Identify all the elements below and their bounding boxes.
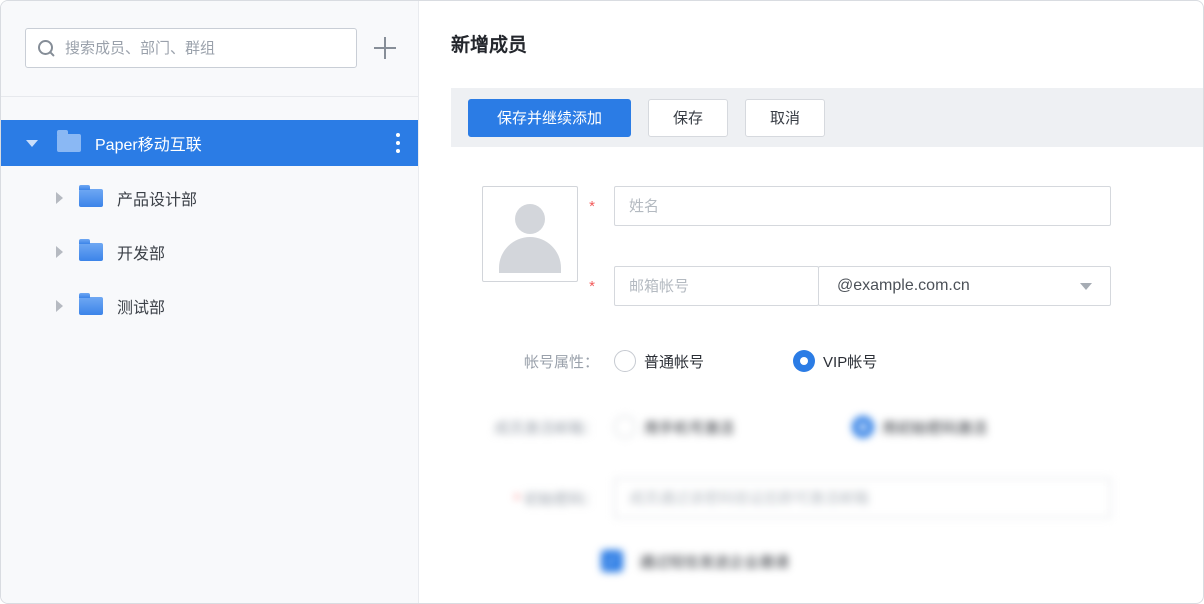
- initial-password-input[interactable]: [614, 478, 1111, 518]
- kebab-menu-icon[interactable]: [396, 133, 400, 153]
- name-input[interactable]: [614, 186, 1111, 226]
- sidebar: Paper移动互联 产品设计部 开发部: [1, 1, 419, 603]
- save-and-continue-button[interactable]: 保存并继续添加: [468, 99, 631, 137]
- activation-row: 成员激活邮箱： 用手机号激活 用初始密码激活: [451, 416, 1203, 438]
- cancel-button[interactable]: 取消: [745, 99, 825, 137]
- tree-item-label: 开发部: [117, 240, 165, 264]
- caret-down-icon[interactable]: [26, 140, 38, 147]
- checkbox-checked-icon[interactable]: [601, 550, 623, 572]
- search-box[interactable]: [25, 28, 357, 68]
- email-domain-select[interactable]: @example.com.cn: [818, 266, 1111, 306]
- tree-item-dev[interactable]: 开发部: [1, 225, 418, 279]
- tree-item-design[interactable]: 产品设计部: [1, 171, 418, 225]
- radio-activate-by-phone[interactable]: 用手机号激活: [614, 416, 734, 438]
- initial-password-row: *初始密码：: [451, 478, 1203, 518]
- search-input[interactable]: [65, 40, 344, 57]
- folder-icon: [79, 243, 103, 261]
- tree-children: 产品设计部 开发部 测试部: [1, 171, 418, 333]
- caret-right-icon[interactable]: [56, 300, 63, 312]
- radio-label: 普通帐号: [644, 351, 704, 372]
- radio-checked-icon[interactable]: [852, 416, 874, 438]
- folder-icon: [79, 297, 103, 315]
- add-member-button[interactable]: [370, 33, 400, 63]
- account-type-label: 帐号属性：: [451, 351, 599, 372]
- avatar-placeholder-icon: [499, 237, 561, 273]
- radio-label: 用初始密码激活: [882, 417, 987, 438]
- avatar-placeholder-icon: [515, 204, 545, 234]
- department-tree: Paper移动互联 产品设计部 开发部: [1, 97, 418, 333]
- radio-vip-account[interactable]: VIP帐号: [793, 350, 877, 372]
- toolbar: 保存并继续添加 保存 取消: [451, 88, 1203, 147]
- save-button[interactable]: 保存: [648, 99, 728, 137]
- account-type-row: 帐号属性： 普通帐号 VIP帐号: [451, 350, 1203, 372]
- radio-normal-account[interactable]: 普通帐号: [614, 350, 704, 372]
- folder-icon: [57, 134, 81, 152]
- email-domain-value: @example.com.cn: [837, 277, 970, 295]
- add-member-form: * * @example.com.cn: [451, 186, 1203, 572]
- caret-right-icon[interactable]: [56, 192, 63, 204]
- avatar-upload[interactable]: [482, 186, 578, 282]
- caret-right-icon[interactable]: [56, 246, 63, 258]
- radio-activate-by-password[interactable]: 用初始密码激活: [852, 416, 987, 438]
- chevron-down-icon: [1080, 283, 1092, 290]
- tree-item-test[interactable]: 测试部: [1, 279, 418, 333]
- tree-item-label: Paper移动互联: [95, 131, 202, 155]
- email-account-input[interactable]: [614, 266, 819, 306]
- folder-icon: [79, 189, 103, 207]
- tree-item-label: 产品设计部: [117, 186, 197, 210]
- search-icon: [38, 40, 55, 57]
- radio-icon[interactable]: [614, 416, 636, 438]
- tree-item-root[interactable]: Paper移动互联: [1, 120, 418, 166]
- radio-icon[interactable]: [614, 350, 636, 372]
- activation-label: 成员激活邮箱：: [451, 417, 599, 438]
- main-panel: 新增成员 保存并继续添加 保存 取消 * *: [419, 1, 1203, 603]
- radio-checked-icon[interactable]: [793, 350, 815, 372]
- radio-label: VIP帐号: [823, 351, 877, 372]
- sms-invite-label: 通过短信发送企业邀请: [639, 551, 789, 572]
- blurred-section: 成员激活邮箱： 用手机号激活 用初始密码激活 *初始: [451, 416, 1203, 572]
- search-row: [1, 1, 418, 68]
- sms-invite-row: 通过短信发送企业邀请: [451, 550, 1203, 572]
- radio-label: 用手机号激活: [644, 417, 734, 438]
- initial-password-label: *初始密码：: [451, 488, 599, 509]
- page-title: 新增成员: [451, 34, 1203, 58]
- tree-item-label: 测试部: [117, 294, 165, 318]
- app-window: Paper移动互联 产品设计部 开发部: [0, 0, 1204, 604]
